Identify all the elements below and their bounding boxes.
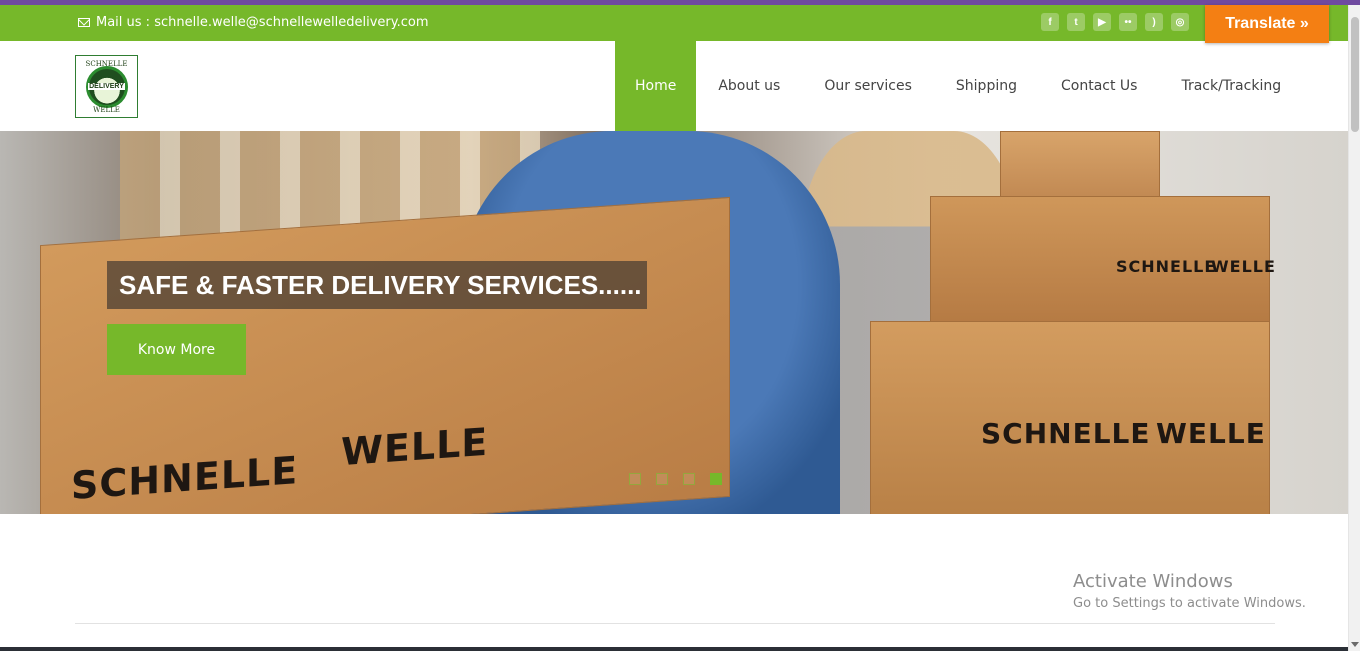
mail-contact[interactable]: Mail us : schnelle.welle@schnellewellede… xyxy=(78,15,429,30)
cardboard-box xyxy=(1000,131,1160,206)
bottom-strip xyxy=(0,647,1348,651)
slide-dot-3[interactable] xyxy=(683,473,695,485)
box-mark: WELLE xyxy=(1211,257,1276,276)
nav-shipping[interactable]: Shipping xyxy=(934,41,1039,131)
nav-about-us[interactable]: About us xyxy=(696,41,802,131)
instagram-icon[interactable]: ◎ xyxy=(1171,13,1189,31)
hero-slider: SCHNELLE WELLE SCHNELLE WELLE SCHNELLE W… xyxy=(0,131,1348,514)
cardboard-box: SCHNELLE WELLE xyxy=(870,321,1270,514)
vertical-scrollbar[interactable] xyxy=(1348,5,1360,651)
slide-dot-1[interactable] xyxy=(629,473,641,485)
box-mark: SCHNELLE xyxy=(981,417,1151,450)
logo-top-text: SCHNELLE xyxy=(85,60,128,68)
logo-bottom-text: WELLE xyxy=(93,106,120,114)
main-nav: Home About us Our services Shipping Cont… xyxy=(615,41,1303,131)
slide-dot-2[interactable] xyxy=(656,473,668,485)
slider-pagination xyxy=(629,473,722,485)
flickr-icon[interactable]: •• xyxy=(1119,13,1137,31)
cardboard-box: SCHNELLE WELLE xyxy=(930,196,1275,326)
nav-tracking[interactable]: Track/Tracking xyxy=(1159,41,1303,131)
know-more-button[interactable]: Know More xyxy=(107,324,246,375)
scrollbar-thumb[interactable] xyxy=(1351,17,1359,132)
box-mark: SCHNELLE xyxy=(1116,257,1217,276)
site-logo[interactable]: SCHNELLE DELIVERY WELLE xyxy=(75,55,138,118)
box-mark: SCHNELLE xyxy=(71,448,299,508)
facebook-icon[interactable]: f xyxy=(1041,13,1059,31)
top-info-bar: Mail us : schnelle.welle@schnellewellede… xyxy=(0,5,1348,41)
rss-icon[interactable]: ) xyxy=(1145,13,1163,31)
nav-contact-us[interactable]: Contact Us xyxy=(1039,41,1159,131)
nav-our-services[interactable]: Our services xyxy=(802,41,934,131)
section-divider xyxy=(75,623,1275,624)
activate-subtitle: Go to Settings to activate Windows. xyxy=(1073,596,1306,611)
hero-caption: SAFE & FASTER DELIVERY SERVICES...... xyxy=(107,261,647,309)
site-header: SCHNELLE DELIVERY WELLE Home About us Ou… xyxy=(0,41,1348,131)
activate-title: Activate Windows xyxy=(1073,571,1233,592)
logo-emblem: DELIVERY xyxy=(85,65,128,108)
box-mark: WELLE xyxy=(1156,417,1266,450)
scroll-down-arrow-icon[interactable] xyxy=(1351,642,1359,647)
social-links: f t ▶ •• ) ◎ xyxy=(1041,13,1189,31)
slide-dot-4[interactable] xyxy=(710,473,722,485)
box-mark: WELLE xyxy=(341,419,489,475)
translate-button[interactable]: Translate » xyxy=(1205,5,1329,43)
logo-center-text: DELIVERY xyxy=(88,83,125,90)
twitter-icon[interactable]: t xyxy=(1067,13,1085,31)
mail-text: Mail us : schnelle.welle@schnellewellede… xyxy=(96,15,429,30)
youtube-icon[interactable]: ▶ xyxy=(1093,13,1111,31)
nav-home[interactable]: Home xyxy=(615,41,697,131)
envelope-icon xyxy=(78,18,90,27)
windows-activation-watermark: Activate Windows Go to Settings to activ… xyxy=(1073,571,1306,611)
